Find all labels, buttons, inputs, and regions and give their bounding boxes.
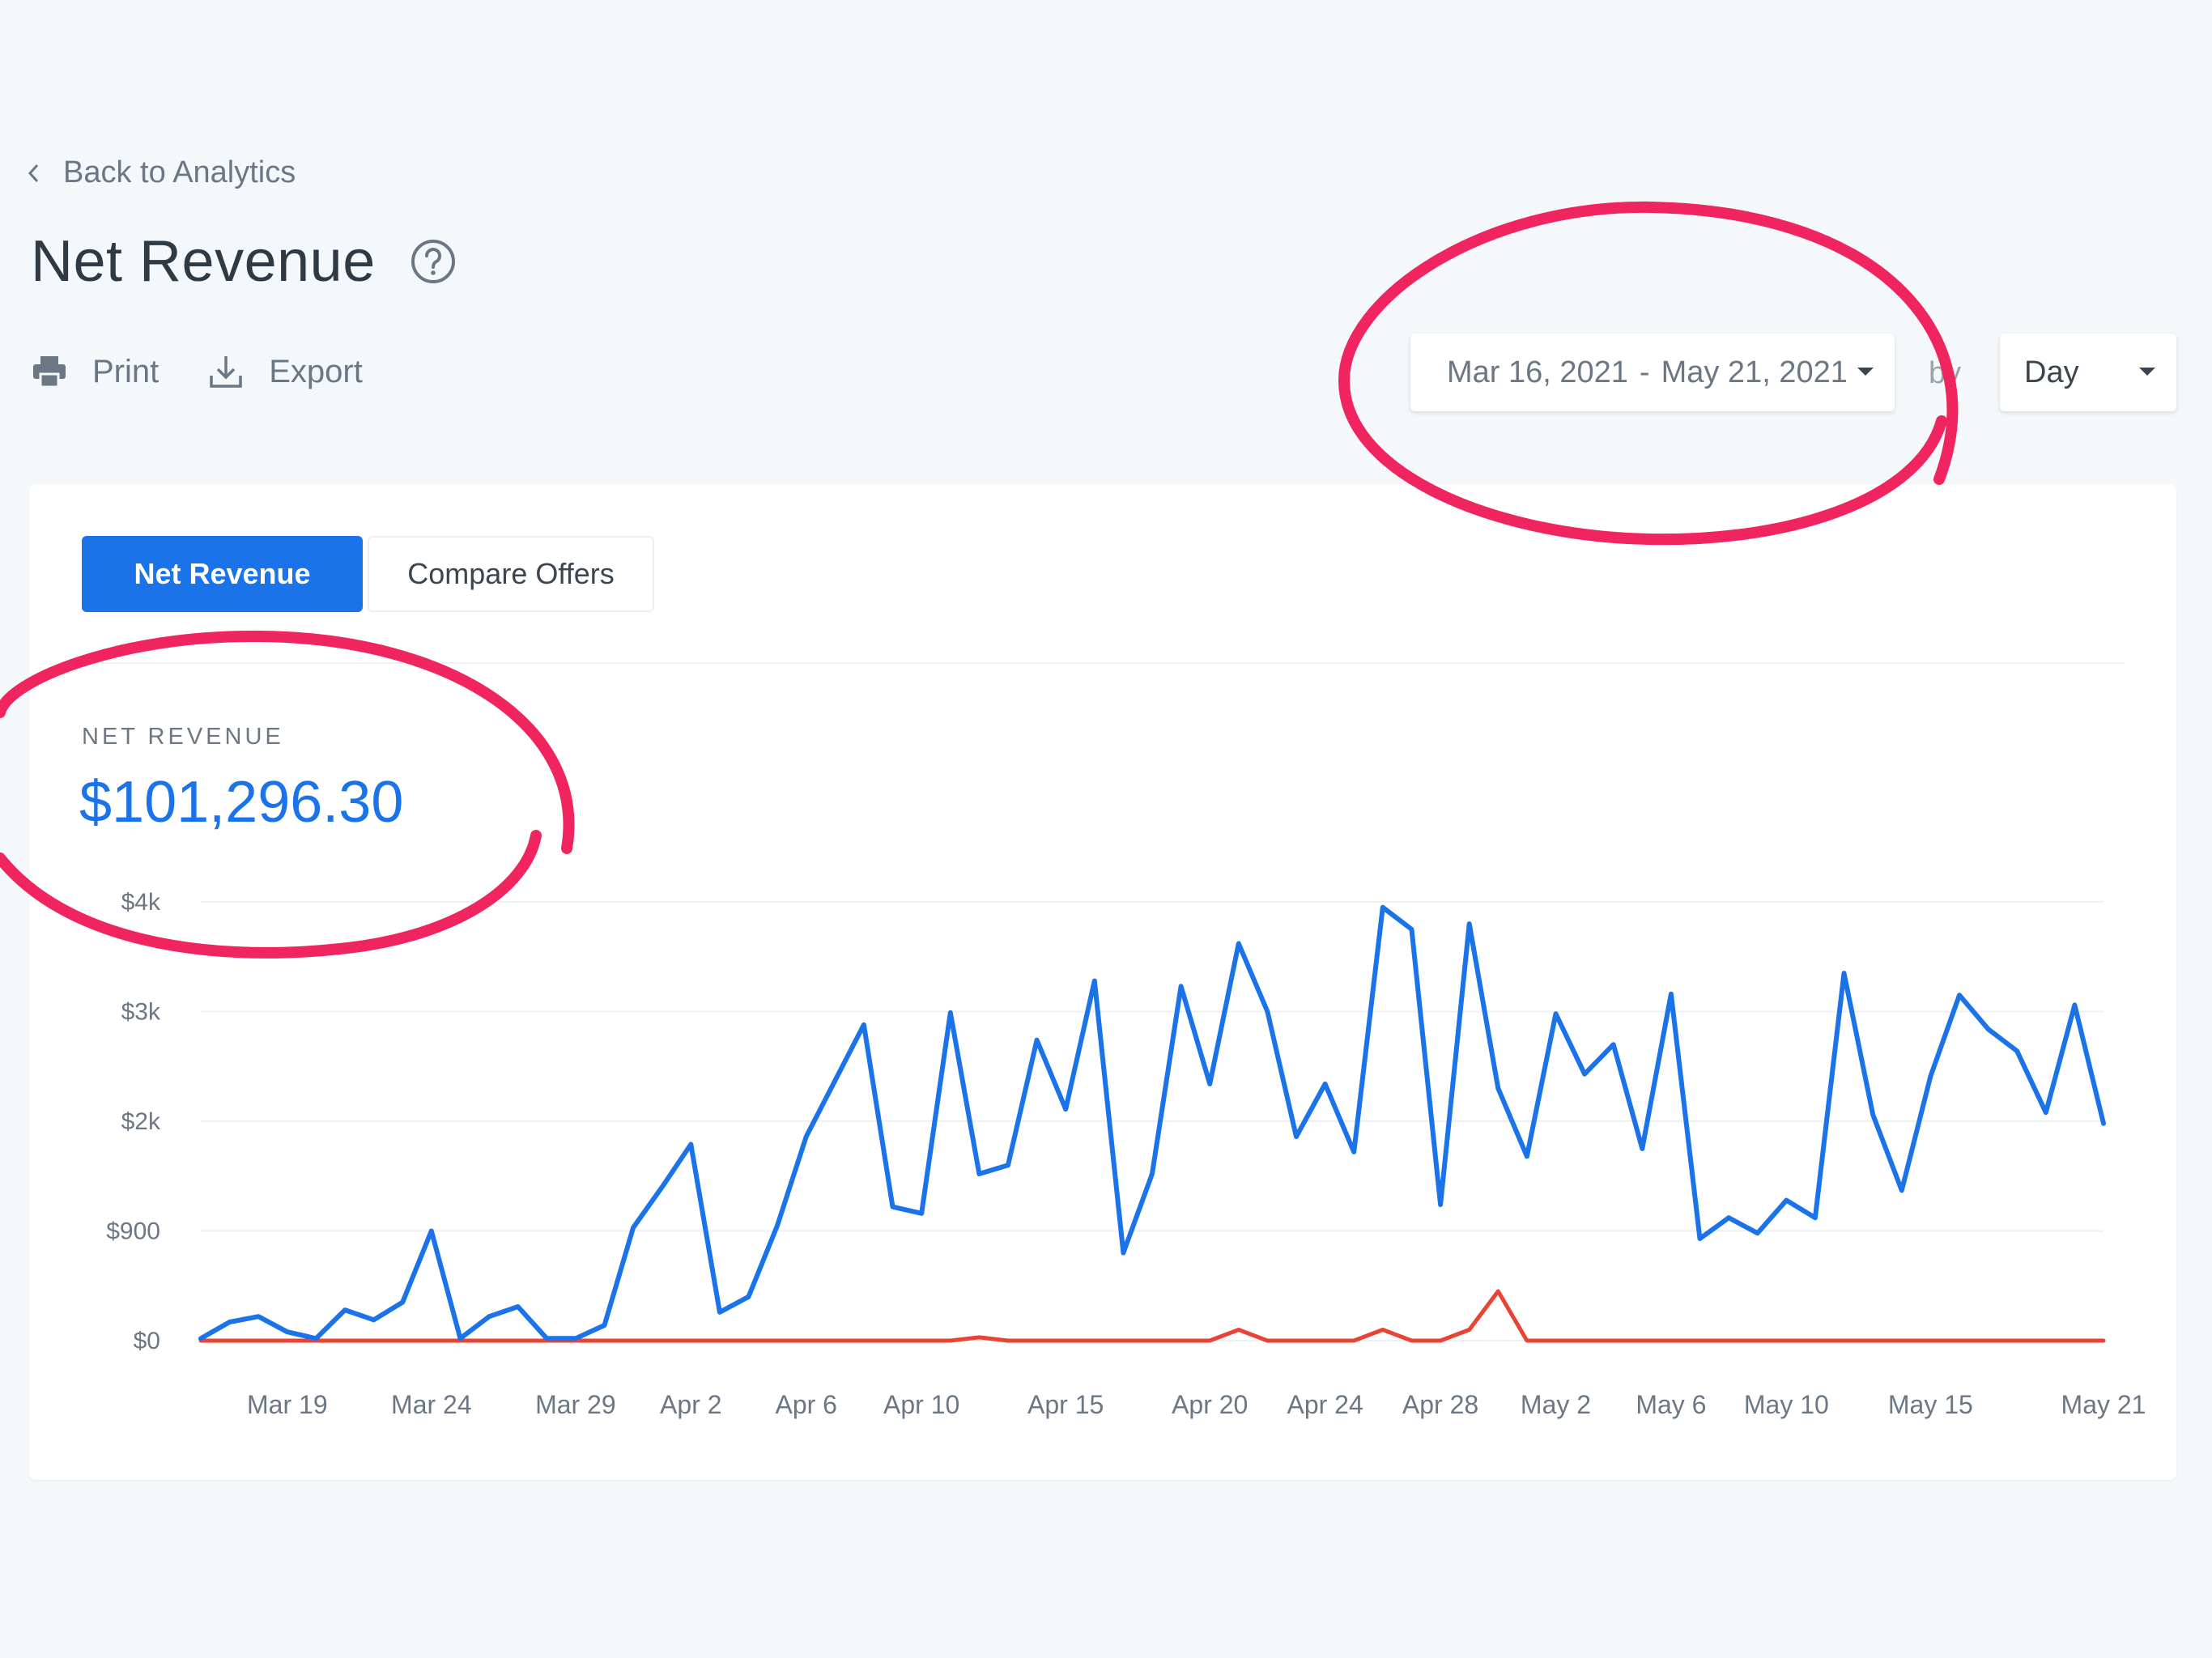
x-tick-label: Apr 15: [1027, 1390, 1104, 1419]
x-tick-label: Apr 6: [775, 1390, 836, 1419]
x-tick-label: Apr 24: [1287, 1390, 1363, 1419]
y-tick-label: $2k: [121, 1108, 161, 1135]
x-tick-label: May 21: [2061, 1390, 2146, 1419]
x-tick-label: Apr 28: [1402, 1390, 1478, 1419]
chart-gridlines: [201, 901, 2104, 1341]
chart-series: [198, 904, 2106, 1343]
x-axis-labels: Mar 19 Mar 24 Mar 29 Apr 2 Apr 6 Apr 10 Apr 15…: [247, 1390, 2146, 1419]
x-tick-label: Apr 20: [1172, 1390, 1248, 1419]
x-tick-label: Apr 2: [660, 1390, 721, 1419]
revenue-line-chart: $0 $900 $2k $3k $4k Mar 19 Mar 24 Mar 29 Apr 2 A…: [106, 889, 2146, 1419]
series-line-primary: [198, 904, 2106, 1341]
x-tick-label: Mar 24: [391, 1390, 472, 1419]
x-tick-label: Mar 29: [535, 1390, 616, 1419]
x-tick-label: May 10: [1744, 1390, 1829, 1419]
x-tick-label: May 6: [1636, 1390, 1706, 1419]
y-tick-label: $900: [106, 1218, 160, 1245]
x-tick-label: May 15: [1888, 1390, 1973, 1419]
y-tick-label: $4k: [121, 889, 161, 916]
y-tick-label: $3k: [121, 999, 161, 1026]
x-tick-label: Apr 10: [883, 1390, 959, 1419]
x-tick-label: Mar 19: [247, 1390, 328, 1419]
y-axis-labels: $0 $900 $2k $3k $4k: [106, 889, 161, 1354]
y-tick-label: $0: [134, 1328, 160, 1354]
x-tick-label: May 2: [1521, 1390, 1591, 1419]
